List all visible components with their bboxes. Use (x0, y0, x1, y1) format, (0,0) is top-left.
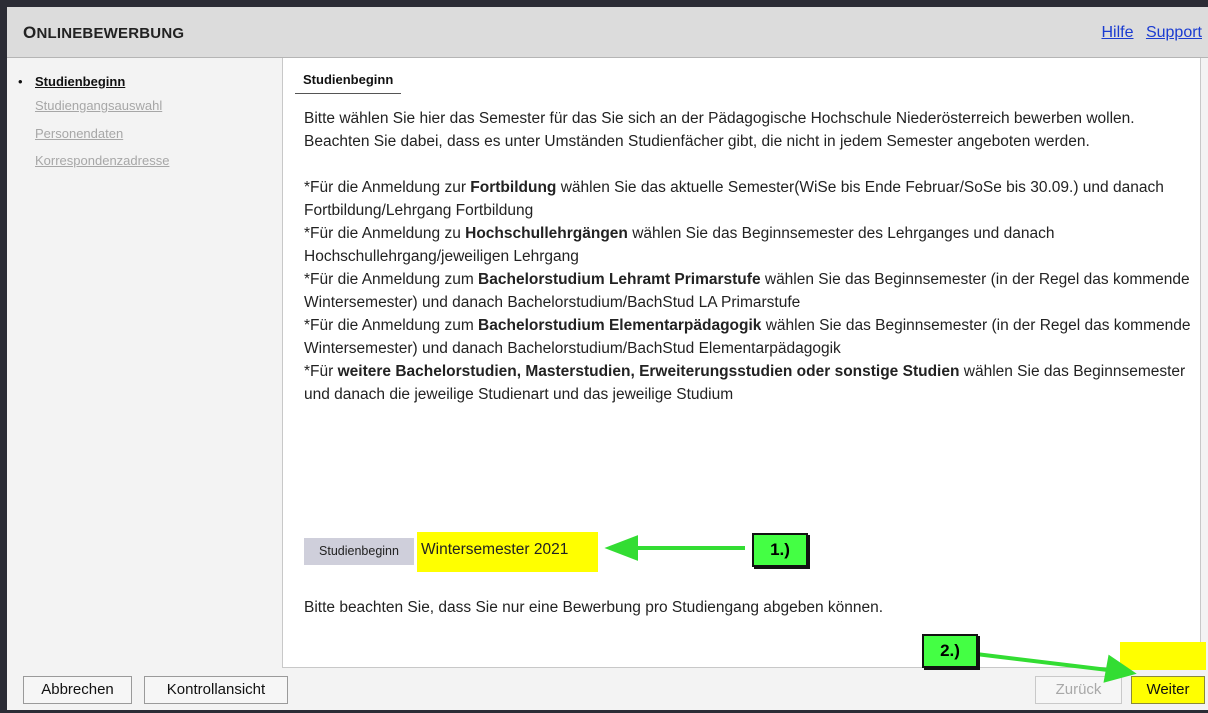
app-title-rest: NLINEBEWERBUNG (36, 25, 185, 42)
step-1-callout: 1.) (752, 533, 808, 567)
main-content: Studienbeginn Bitte wählen Sie hier das … (282, 58, 1201, 668)
sidebar-item-studienbeginn[interactable]: Studienbeginn (35, 74, 125, 89)
instructions-text: Bitte wählen Sie hier das Semester für d… (304, 107, 1194, 406)
sidebar-item-korrespondenzadresse[interactable]: Korrespondenzadresse (35, 153, 169, 168)
instruction-elementarpaedagogik: *Für die Anmeldung zum Bachelorstudium E… (304, 317, 1191, 357)
app-title-initial: O (23, 23, 37, 42)
app-title: ONLINEBEWERBUNG (23, 23, 184, 43)
step-2-callout: 2.) (922, 634, 978, 668)
title-bar: ONLINEBEWERBUNG Hilfe Support (7, 7, 1208, 58)
instruction-primarstufe: *Für die Anmeldung zum Bachelorstudium L… (304, 271, 1190, 311)
back-button[interactable]: Zurück (1035, 676, 1122, 704)
instruction-hochschullehrgaenge: *Für die Anmeldung zu Hochschullehrgänge… (304, 225, 1055, 265)
next-button[interactable]: Weiter (1131, 676, 1205, 704)
sidebar-item-personendaten[interactable]: Personendaten (35, 126, 123, 141)
cancel-button[interactable]: Abbrechen (23, 676, 132, 704)
help-link[interactable]: Hilfe (1101, 24, 1133, 41)
instruction-fortbildung: *Für die Anmeldung zur Fortbildung wähle… (304, 179, 1164, 219)
intro-paragraph-2: Beachten Sie dabei, dass es unter Umstän… (304, 133, 1090, 150)
sidebar: • Studienbeginn Studiengangsauswahl Pers… (7, 58, 283, 668)
sidebar-item-studiengangsauswahl[interactable]: Studiengangsauswahl (35, 98, 162, 113)
footer-bar: Abbrechen Kontrollansicht Zurück Weiter (7, 670, 1208, 710)
intro-paragraph-1: Bitte wählen Sie hier das Semester für d… (304, 110, 1135, 127)
header-links: Hilfe Support (1093, 24, 1202, 42)
section-title: Studienbeginn (295, 68, 402, 94)
application-note: Bitte beachten Sie, dass Sie nur eine Be… (304, 599, 884, 616)
studienbeginn-label: Studienbeginn (304, 538, 414, 565)
semester-select[interactable]: Wintersemester 2021 (417, 532, 598, 572)
active-bullet: • (18, 74, 23, 89)
review-button[interactable]: Kontrollansicht (144, 676, 288, 704)
support-link[interactable]: Support (1146, 24, 1202, 41)
instruction-weitere-studien: *Für weitere Bachelorstudien, Masterstud… (304, 363, 1186, 403)
